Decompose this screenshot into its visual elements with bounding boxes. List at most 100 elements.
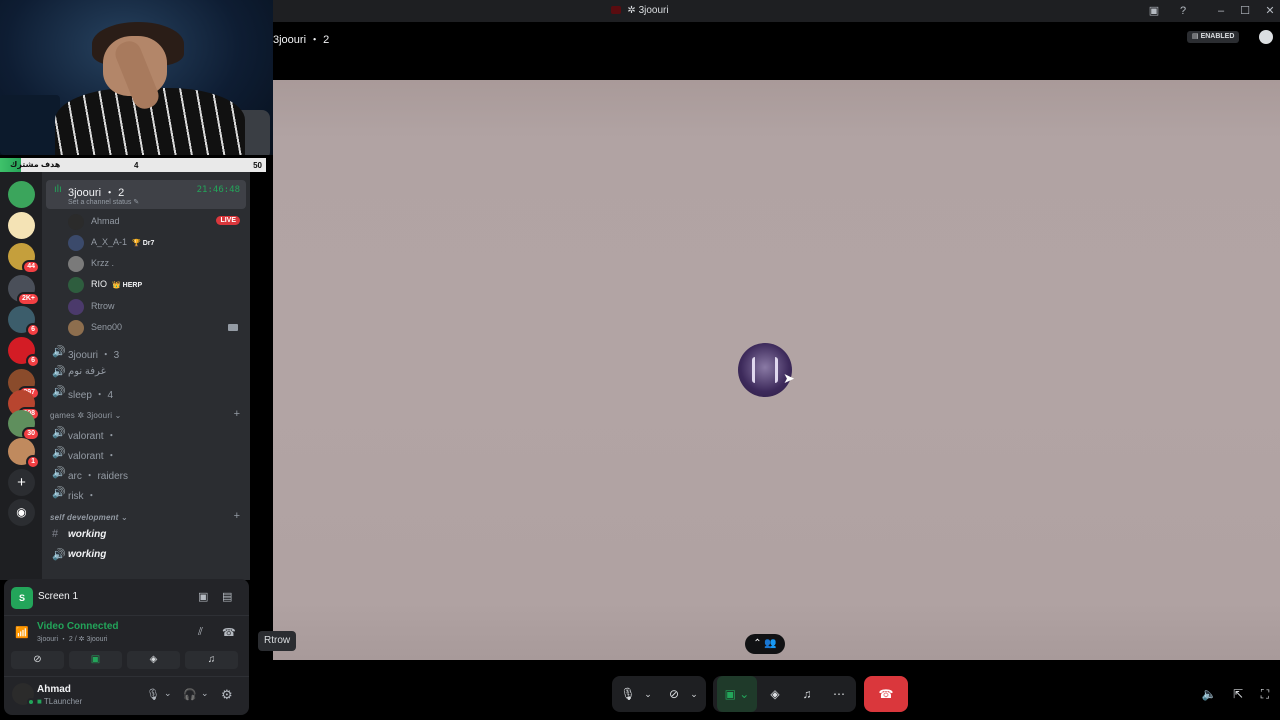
- channel-item[interactable]: 🔊 valorant ・: [50, 444, 245, 462]
- voice-timer: 21:46:48: [196, 185, 240, 195]
- notification-badge: 44: [22, 260, 40, 274]
- stream-stage[interactable]: ➤ Rtrow ⌃ 👥: [258, 80, 1280, 660]
- channel-item[interactable]: 🔊 sleep ・ 4: [50, 383, 245, 401]
- close-button[interactable]: ✕: [1262, 3, 1278, 19]
- app-icon: [611, 6, 622, 15]
- server-icon[interactable]: 6: [8, 306, 40, 337]
- connection-icon[interactable]: 📶: [15, 626, 29, 639]
- goal-label: هدف مشترك: [10, 160, 61, 169]
- channel-item[interactable]: 🔊 working: [50, 546, 245, 564]
- screen-share-button[interactable]: ▣ ⌄: [717, 676, 757, 712]
- edit-icon: ✎: [133, 199, 140, 206]
- channel-item[interactable]: 🔊 risk ・: [50, 484, 245, 502]
- microphone-icon[interactable]: 🎙: [146, 688, 160, 701]
- voice-user-seno00[interactable]: Seno00: [68, 319, 246, 337]
- stream-settings-icon[interactable]: ▤: [222, 590, 232, 603]
- maximize-button[interactable]: ☐: [1237, 3, 1253, 19]
- voice-user-a-x-a-1[interactable]: A_X_A-1 🏆 Dr7: [68, 234, 246, 252]
- help-icon[interactable]: ?: [1175, 3, 1191, 19]
- voice-user-rio[interactable]: RIO 👑 HERP: [68, 276, 246, 294]
- disconnect-icon[interactable]: ☎: [222, 626, 236, 639]
- voice-user-krzz-[interactable]: Krzz .: [68, 255, 246, 273]
- user-name-text: Seno00: [91, 322, 123, 332]
- stage-count: 2: [323, 34, 330, 46]
- user-avatar[interactable]: [12, 683, 35, 706]
- category-games-label: games ✲ 3joouri: [50, 411, 113, 420]
- add-server-icon[interactable]: +: [8, 469, 35, 496]
- video-status[interactable]: Video Connected: [37, 621, 119, 632]
- stage-title: 3joouri ・ 2: [273, 34, 330, 46]
- speaker-icon: 🔊: [52, 549, 66, 561]
- category-games[interactable]: games ✲ 3joouri ⌄: [50, 411, 122, 420]
- server-icon[interactable]: [8, 212, 35, 239]
- speaker-icon: 🔊: [52, 427, 66, 439]
- text-channel-icon: #: [52, 528, 59, 540]
- add-channel-icon[interactable]: +: [234, 510, 240, 522]
- camera-icon: [228, 324, 238, 331]
- soundboard-button[interactable]: ♫: [185, 651, 238, 669]
- minimize-button[interactable]: –: [1213, 3, 1229, 19]
- volume-icon[interactable]: 🔈: [1200, 676, 1218, 712]
- voice-user-rtrow[interactable]: Rtrow: [68, 298, 246, 316]
- channel-status-text: Set a channel status: [68, 199, 132, 206]
- share-screen-button[interactable]: ▣: [69, 651, 122, 669]
- headphones-icon[interactable]: 🎧: [183, 688, 197, 701]
- settings-gear-icon[interactable]: ⚙: [221, 687, 233, 703]
- server-folder[interactable]: 30: [8, 410, 40, 441]
- camera-options-chevron[interactable]: ⌄: [686, 676, 702, 712]
- channel-name: working: [68, 549, 107, 560]
- explore-icon[interactable]: ◉: [8, 499, 35, 526]
- voice-user-ahmad[interactable]: Ahmad LIVE: [68, 213, 246, 231]
- screen-share-icon[interactable]: ▣: [1146, 3, 1162, 19]
- server-icon[interactable]: 6: [8, 337, 40, 368]
- server-icon[interactable]: 44: [8, 243, 40, 274]
- microphone-icon[interactable]: 🎙: [618, 676, 638, 712]
- add-channel-icon[interactable]: +: [234, 408, 240, 420]
- expand-participants-button[interactable]: ⌃ 👥: [745, 634, 785, 654]
- user-name[interactable]: Ahmad: [37, 684, 71, 695]
- enabled-badge[interactable]: ▤ ENABLED: [1187, 31, 1240, 43]
- video-channel-sub[interactable]: 3joouri ・ 2 / ✲ 3joouri: [37, 634, 107, 644]
- fullscreen-icon[interactable]: ⛶: [1256, 676, 1274, 712]
- stop-stream-icon[interactable]: ▣: [198, 590, 208, 603]
- chat-icon[interactable]: [1259, 30, 1273, 44]
- camera-off-icon[interactable]: ⊘: [664, 676, 684, 712]
- mic-options-chevron[interactable]: ⌄: [640, 676, 656, 712]
- server-icon[interactable]: 1: [8, 438, 40, 469]
- activities-icon[interactable]: ◈: [765, 676, 785, 712]
- channel-item[interactable]: 🔊 valorant ・: [50, 424, 245, 442]
- enabled-label: ENABLED: [1200, 33, 1235, 40]
- video-off-button[interactable]: ⊘: [11, 651, 64, 669]
- notification-badge: 6: [26, 354, 40, 368]
- channel-name: 3joouri ・ 3: [68, 350, 120, 361]
- channel-item[interactable]: 🔊 غرفة نوم: [50, 363, 245, 381]
- goal-current: 4: [134, 161, 139, 170]
- online-status-icon: [27, 698, 35, 706]
- channel-item[interactable]: 🔊 arc ・ raiders: [50, 464, 245, 482]
- live-badge: LIVE: [216, 216, 240, 225]
- channel-item[interactable]: # working: [50, 526, 245, 544]
- popout-icon[interactable]: ⇱: [1229, 676, 1247, 712]
- channel-name: working: [68, 529, 107, 540]
- channel-item[interactable]: 🔊 3joouri ・ 3: [50, 343, 245, 361]
- soundboard-icon[interactable]: ♫: [797, 676, 817, 712]
- channel-status[interactable]: Set a channel status ✎: [68, 198, 139, 206]
- user-name: Rtrow: [91, 301, 115, 311]
- speaker-icon: 🔊: [52, 487, 66, 499]
- server-folder[interactable]: 2K+: [8, 275, 40, 306]
- mic-chevron-icon[interactable]: ⌄: [164, 688, 172, 699]
- user-status[interactable]: ■ TLauncher: [37, 697, 82, 706]
- headphones-chevron-icon[interactable]: ⌄: [201, 688, 209, 699]
- user-avatar: [68, 277, 84, 293]
- user-avatar: [68, 214, 84, 230]
- server-rail: 44 2K+ 6 6 897 208 30 1 + ◉: [0, 172, 42, 580]
- user-name: A_X_A-1 🏆 Dr7: [91, 237, 154, 247]
- disconnect-button[interactable]: ☎: [864, 676, 908, 712]
- server-icon[interactable]: [8, 181, 35, 208]
- activity-button[interactable]: ◈: [127, 651, 180, 669]
- user-name: RIO 👑 HERP: [91, 279, 142, 289]
- noise-suppression-icon[interactable]: ⫽: [198, 626, 203, 639]
- participant-label: Rtrow: [258, 631, 297, 651]
- more-options-icon[interactable]: ⋯: [829, 676, 849, 712]
- category-self-development[interactable]: self development ⌄: [50, 513, 128, 522]
